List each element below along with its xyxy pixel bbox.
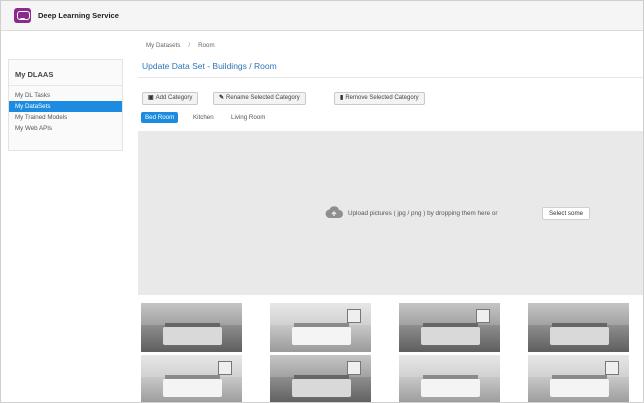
rename-category-label: Rename Selected Category [226, 95, 300, 101]
breadcrumb-separator: / [188, 42, 191, 49]
image-thumbnail[interactable] [528, 355, 629, 402]
tab-bed-room[interactable]: Bed Room [141, 112, 179, 123]
sidebar-item-datasets[interactable]: My DataSets [9, 101, 122, 112]
image-thumbnail[interactable] [399, 355, 500, 402]
image-thumbnail[interactable] [141, 303, 242, 352]
upload-instructions: Upload pictures ( jpg / png ) by droppin… [348, 210, 498, 217]
sidebar-item-dl-tasks[interactable]: My DL Tasks [9, 90, 122, 101]
app-window: Deep Learning Service My DLAAS My DL Tas… [0, 0, 644, 403]
edit-icon: ✎ [219, 95, 225, 101]
sidebar: My DLAAS My DL Tasks My DataSets My Trai… [8, 59, 123, 151]
breadcrumb-datasets-link[interactable]: My Datasets [146, 42, 180, 49]
breadcrumb: My Datasets / Room [146, 42, 215, 49]
remove-category-button[interactable]: ▮ Remove Selected Category [334, 92, 425, 105]
sidebar-divider [9, 85, 122, 86]
tab-living-room[interactable]: Living Room [231, 112, 265, 123]
image-thumbnail[interactable] [270, 355, 371, 402]
brand-name[interactable]: Deep Learning Service [38, 11, 119, 20]
sidebar-item-web-apis[interactable]: My Web APIs [9, 123, 122, 134]
rename-category-button[interactable]: ✎ Rename Selected Category [213, 92, 306, 105]
image-thumbnail[interactable] [270, 303, 371, 352]
add-category-button[interactable]: ▣ Add Category [142, 92, 199, 105]
remove-category-label: Remove Selected Category [345, 95, 419, 101]
breadcrumb-current: Room [198, 42, 215, 49]
top-navbar: Deep Learning Service [1, 1, 643, 31]
add-category-label: Add Category [155, 95, 193, 101]
image-thumbnail[interactable] [141, 355, 242, 402]
title-divider [138, 77, 643, 78]
page-title: Update Data Set - Buildings / Room [142, 61, 277, 71]
trash-icon: ▮ [340, 95, 344, 101]
image-thumbnail[interactable] [399, 303, 500, 352]
app-logo-icon[interactable] [14, 8, 31, 23]
select-files-button[interactable]: Select some [542, 207, 591, 220]
plus-square-icon: ▣ [148, 95, 154, 101]
cloud-upload-icon [325, 206, 343, 218]
sidebar-title: My DLAAS [15, 70, 54, 79]
sidebar-item-trained-models[interactable]: My Trained Models [9, 112, 122, 123]
tab-kitchen[interactable]: Kitchen [193, 112, 214, 123]
image-thumbnail[interactable] [528, 303, 629, 352]
